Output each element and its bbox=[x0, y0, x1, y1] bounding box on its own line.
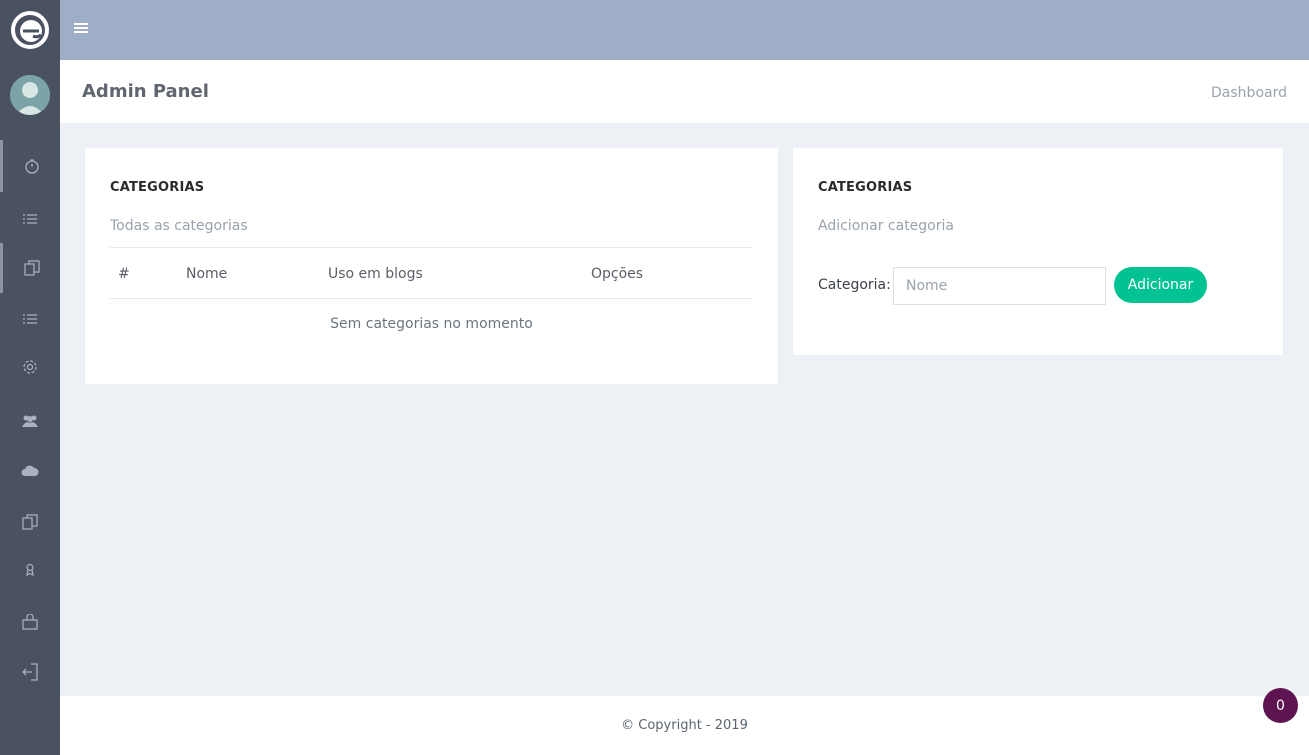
table-divider bbox=[110, 298, 753, 299]
column-header-name: Nome bbox=[186, 266, 228, 282]
sidebar bbox=[0, 0, 60, 755]
add-category-button[interactable]: Adicionar bbox=[1114, 267, 1207, 303]
empty-table-message: Sem categorias no momento bbox=[330, 316, 533, 332]
table-divider bbox=[110, 247, 753, 248]
copy-icon bbox=[23, 260, 40, 276]
copy-icon bbox=[22, 514, 38, 530]
badge-icon bbox=[26, 563, 34, 577]
list-icon bbox=[23, 314, 37, 324]
sidebar-item-badge[interactable] bbox=[0, 553, 60, 587]
notification-badge[interactable]: 0 bbox=[1263, 688, 1298, 723]
logout-icon bbox=[22, 663, 38, 681]
users-icon bbox=[22, 415, 38, 427]
column-header-usage: Uso em blogs bbox=[328, 266, 423, 282]
sidebar-item-shop[interactable] bbox=[0, 605, 60, 639]
sidebar-item-users[interactable] bbox=[0, 404, 60, 438]
card-title: CATEGORIAS bbox=[110, 180, 205, 195]
sidebar-item-list[interactable] bbox=[0, 202, 60, 236]
cloud-icon bbox=[21, 465, 39, 476]
top-navbar bbox=[60, 0, 1309, 60]
gear-icon bbox=[23, 360, 37, 374]
category-field-label: Categoria: bbox=[818, 277, 891, 293]
logo-icon bbox=[11, 11, 49, 49]
brand-logo[interactable] bbox=[0, 0, 60, 60]
breadcrumb[interactable]: Dashboard bbox=[1211, 85, 1287, 101]
sidebar-item-logout[interactable] bbox=[0, 655, 60, 689]
sidebar-item-list-2[interactable] bbox=[0, 302, 60, 336]
add-category-card: CATEGORIAS Adicionar categoria Categoria… bbox=[793, 148, 1283, 355]
avatar[interactable] bbox=[10, 75, 50, 115]
menu-toggle-icon[interactable] bbox=[74, 23, 88, 35]
category-name-input[interactable] bbox=[893, 267, 1106, 305]
column-header-id: # bbox=[118, 266, 130, 282]
sidebar-item-settings[interactable] bbox=[0, 350, 60, 384]
sidebar-item-dashboard[interactable] bbox=[0, 140, 60, 192]
column-header-options: Opções bbox=[591, 266, 644, 282]
user-avatar-icon bbox=[10, 75, 50, 115]
list-icon bbox=[23, 214, 37, 224]
sidebar-item-blog[interactable] bbox=[0, 243, 60, 293]
bag-icon bbox=[22, 614, 38, 630]
clock-icon bbox=[24, 159, 39, 174]
card-subtitle: Todas as categorias bbox=[110, 218, 248, 234]
sidebar-item-pages[interactable] bbox=[0, 505, 60, 539]
categories-list-card: CATEGORIAS Todas as categorias # Nome Us… bbox=[85, 148, 778, 384]
card-subtitle: Adicionar categoria bbox=[818, 218, 954, 234]
copyright-text: © Copyright - 2019 bbox=[621, 718, 748, 733]
page-header: Admin Panel Dashboard bbox=[60, 60, 1309, 123]
footer: © Copyright - 2019 bbox=[60, 696, 1309, 755]
sidebar-item-cloud[interactable] bbox=[0, 454, 60, 488]
card-title: CATEGORIAS bbox=[818, 180, 913, 195]
page-title: Admin Panel bbox=[82, 81, 209, 102]
